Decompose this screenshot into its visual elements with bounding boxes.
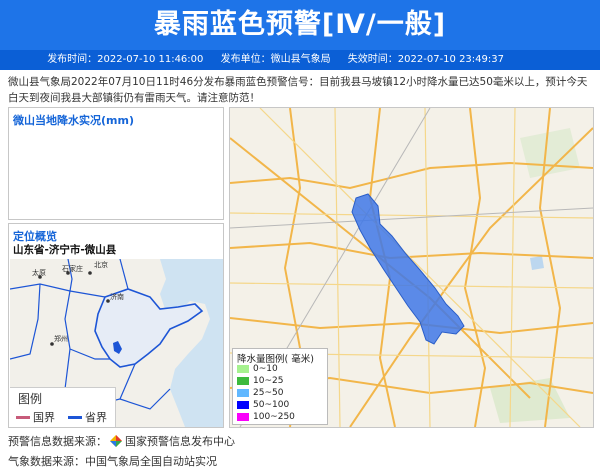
warning-source-line: 预警信息数据来源： 国家预警信息发布中心 [8, 433, 235, 449]
map-label-zhengzhou: 郑州 [54, 335, 68, 343]
location-path: 山东省-济宁市-微山县 [13, 244, 117, 256]
rainfall-swatch [237, 389, 249, 397]
rainfall-legend-item: 0~10 [237, 364, 278, 374]
warning-source-org: 国家预警信息发布中心 [125, 435, 235, 448]
expire-time: 失效时间：2022-07-10 23:49:37 [347, 54, 504, 65]
rainfall-range-label: 25~50 [253, 388, 284, 398]
rainfall-range-label: 100~250 [253, 412, 295, 422]
map-label-shijiazhuang: 石家庄 [62, 264, 83, 273]
rainfall-legend-item: 100~250 [237, 412, 295, 422]
overview-legend-title: 图例 [18, 392, 43, 406]
rainfall-legend: 降水量图例( 毫米) 0~10 10~25 25~50 50~100 100~2… [232, 348, 328, 425]
national-border-label: 国界 [33, 411, 55, 424]
overview-legend: 图例 国界 省界 [10, 387, 116, 427]
warning-source-label: 预警信息数据来源： [8, 435, 107, 448]
rainfall-range-label: 10~25 [253, 376, 284, 386]
rainfall-legend-title: 降水量图例( 毫米) [237, 354, 314, 365]
rainfall-legend-item: 10~25 [237, 376, 283, 386]
rainfall-legend-item: 50~100 [237, 400, 289, 410]
warning-title: 暴雨蓝色预警[Ⅳ/一般] [153, 9, 447, 40]
rainfall-range-label: 50~100 [253, 400, 290, 410]
weather-source-line: 气象数据来源：中国气象局全国自动站实况 [8, 453, 217, 469]
rainfall-swatch [237, 413, 249, 421]
map-label-jinan: 济南 [110, 292, 124, 301]
warning-header: 暴雨蓝色预警[Ⅳ/一般] [0, 0, 600, 50]
rainfall-range-label: 0~10 [253, 364, 278, 374]
map-label-taiyuan: 太原 [32, 268, 46, 277]
publisher: 发布单位：微山县气象局 [220, 54, 331, 65]
rain-panel-title: 微山当地降水实况(mm) [13, 114, 134, 127]
rainfall-swatch [237, 365, 249, 373]
rainfall-swatch [237, 401, 249, 409]
legend-province-border: 省界 [68, 409, 107, 425]
warning-center-logo-icon [110, 435, 122, 447]
rainfall-legend-item: 25~50 [237, 388, 283, 398]
rainfall-swatch [237, 377, 249, 385]
rain-observation-panel: 微山当地降水实况(mm) [8, 107, 224, 220]
warning-description: 微山县气象局2022年07月10日11时46分发布暴雨蓝色预警信号：目前我县马坡… [8, 76, 588, 104]
warning-meta-bar: 发布时间：2022-07-10 11:46:00 发布单位：微山县气象局 失效时… [0, 50, 600, 70]
weather-source-text: 气象数据来源：中国气象局全国自动站实况 [8, 455, 217, 468]
province-border-label: 省界 [85, 411, 107, 424]
national-border-swatch [16, 415, 30, 419]
legend-national-border: 国界 [16, 409, 55, 425]
publish-time: 发布时间：2022-07-10 11:46:00 [47, 54, 204, 65]
location-overview-panel: 定位概览 山东省-济宁市-微山县 北京 石家庄 太原 济南 郑州 图例 国界 省… [8, 223, 224, 428]
map-label-beijing: 北京 [94, 260, 108, 269]
province-border-swatch [68, 415, 82, 419]
overview-map[interactable]: 北京 石家庄 太原 济南 郑州 图例 国界 省界 [10, 259, 223, 427]
